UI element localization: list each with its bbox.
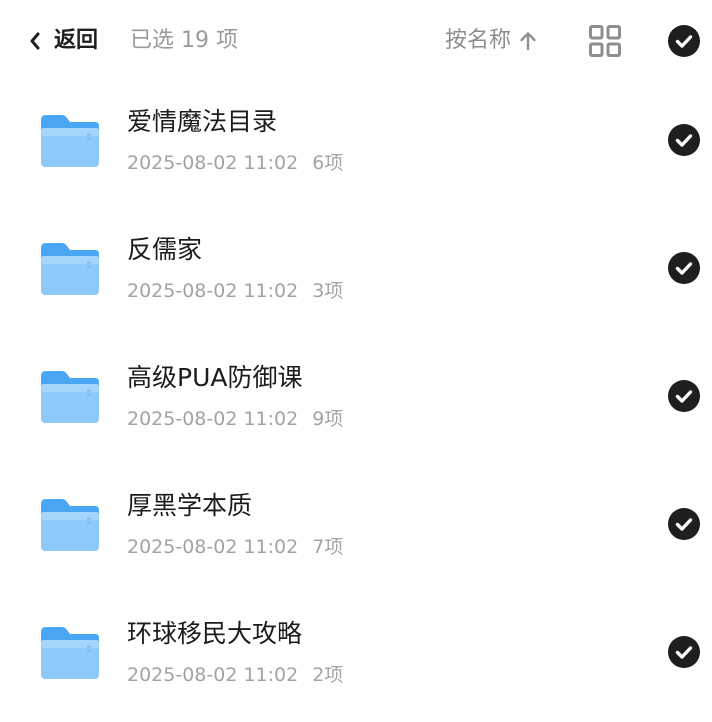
file-date: 2025-08-02 11:02 bbox=[127, 152, 299, 174]
file-meta: 2025-08-02 11:02 6项 bbox=[127, 150, 343, 176]
sort-label: 按名称 bbox=[445, 28, 512, 53]
list-item[interactable]: 环球移民大攻略 2025-08-02 11:02 2项 bbox=[0, 594, 712, 722]
back-button[interactable]: 返回 bbox=[28, 24, 98, 58]
check-circle-icon bbox=[668, 508, 700, 540]
file-meta: 2025-08-02 11:02 2项 bbox=[127, 662, 343, 688]
folder-icon bbox=[40, 626, 100, 680]
file-name: 高级PUA防御课 bbox=[127, 363, 303, 392]
file-date: 2025-08-02 11:02 bbox=[127, 664, 299, 686]
row-checkbox[interactable] bbox=[668, 380, 700, 412]
file-meta: 2025-08-02 11:02 7项 bbox=[127, 534, 343, 560]
row-checkbox[interactable] bbox=[668, 508, 700, 540]
folder-icon bbox=[40, 114, 100, 168]
back-label: 返回 bbox=[54, 28, 99, 53]
check-circle-icon bbox=[668, 252, 700, 284]
grid-view-icon bbox=[588, 24, 622, 58]
check-circle-icon bbox=[668, 380, 700, 412]
check-circle-icon bbox=[668, 124, 700, 156]
chevron-left-icon bbox=[28, 31, 42, 51]
file-meta: 2025-08-02 11:02 3项 bbox=[127, 278, 343, 304]
file-item-count: 9项 bbox=[312, 408, 344, 430]
file-name: 环球移民大攻略 bbox=[127, 619, 303, 648]
arrow-up-icon bbox=[519, 31, 537, 51]
file-item-count: 7项 bbox=[312, 536, 344, 558]
sort-by-name-button[interactable]: 按名称 bbox=[445, 24, 537, 58]
folder-icon bbox=[40, 498, 100, 552]
list-item[interactable]: 高级PUA防御课 2025-08-02 11:02 9项 bbox=[0, 338, 712, 466]
check-circle-icon bbox=[668, 636, 700, 668]
file-name: 反儒家 bbox=[127, 235, 203, 264]
select-all-checkbox[interactable] bbox=[668, 25, 700, 57]
file-name: 厚黑学本质 bbox=[127, 491, 253, 520]
file-name: 爱情魔法目录 bbox=[127, 107, 278, 136]
check-circle-icon bbox=[668, 25, 700, 57]
file-date: 2025-08-02 11:02 bbox=[127, 536, 299, 558]
selected-count-text: 已选 19 项 bbox=[130, 28, 238, 53]
file-date: 2025-08-02 11:02 bbox=[127, 280, 299, 302]
grid-view-button[interactable] bbox=[588, 24, 622, 58]
file-list: 爱情魔法目录 2025-08-02 11:02 6项 反儒家 2025-08-02 bbox=[0, 82, 712, 722]
file-date: 2025-08-02 11:02 bbox=[127, 408, 299, 430]
file-item-count: 6项 bbox=[312, 152, 344, 174]
row-checkbox[interactable] bbox=[668, 636, 700, 668]
file-meta: 2025-08-02 11:02 9项 bbox=[127, 406, 343, 432]
row-checkbox[interactable] bbox=[668, 124, 700, 156]
row-checkbox[interactable] bbox=[668, 252, 700, 284]
top-bar: 返回 已选 19 项 按名称 bbox=[0, 0, 712, 82]
folder-icon bbox=[40, 242, 100, 296]
folder-icon bbox=[40, 370, 100, 424]
list-item[interactable]: 反儒家 2025-08-02 11:02 3项 bbox=[0, 210, 712, 338]
list-item[interactable]: 爱情魔法目录 2025-08-02 11:02 6项 bbox=[0, 82, 712, 210]
file-item-count: 3项 bbox=[312, 280, 344, 302]
file-item-count: 2项 bbox=[312, 664, 344, 686]
list-item[interactable]: 厚黑学本质 2025-08-02 11:02 7项 bbox=[0, 466, 712, 594]
